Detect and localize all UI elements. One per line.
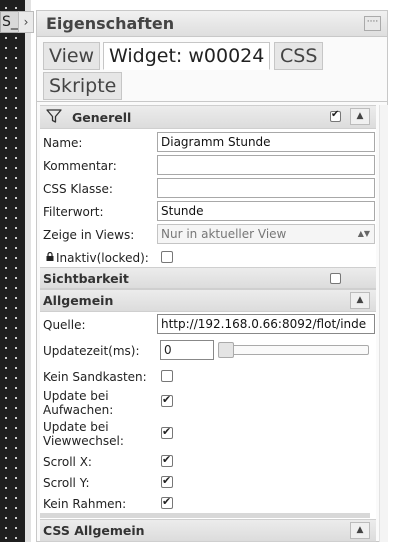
- updatezeit-slider[interactable]: [218, 342, 369, 358]
- app-root: S_ › Eigenschaften ···· View Widget: w00…: [0, 0, 394, 542]
- kein-rahmen-checkbox[interactable]: [161, 495, 173, 509]
- zeige-in-views-label: Zeige in Views:: [43, 228, 135, 242]
- lock-icon: [46, 252, 54, 261]
- collapse-allgemein-button[interactable]: ▲: [350, 292, 370, 309]
- tab-view[interactable]: View: [43, 42, 101, 70]
- tab-css[interactable]: CSS: [274, 42, 324, 70]
- panel-header: Eigenschaften ····: [37, 11, 387, 37]
- panel-menu-button[interactable]: ····: [364, 16, 381, 31]
- collapse-panel-button[interactable]: ›: [18, 11, 34, 33]
- kein-rahmen-label: Kein Rahmen:: [43, 497, 127, 511]
- css-klasse-input[interactable]: [157, 178, 375, 198]
- update-aufwachen-checkbox[interactable]: [161, 393, 173, 407]
- update-viewwechsel-label-2: Viewwechsel:: [43, 434, 124, 448]
- tab-skripte[interactable]: Skripte: [43, 72, 123, 100]
- group-label-css-allgemein: CSS Allgemein: [43, 523, 145, 538]
- group-generell[interactable]: Generell ▲: [40, 105, 376, 129]
- css-klasse-label: CSS Klasse:: [43, 182, 113, 196]
- slider-handle[interactable]: [218, 342, 234, 358]
- group-sichtbarkeit[interactable]: Sichtbarkeit: [40, 267, 376, 289]
- update-aufwachen-label-1: Update bei: [43, 389, 109, 403]
- panel-title: Eigenschaften: [46, 14, 175, 33]
- tab-divider: [37, 101, 387, 102]
- scroll-y-checkbox[interactable]: [161, 474, 173, 488]
- canvas-grid[interactable]: [0, 0, 25, 542]
- name-label: Name:: [43, 136, 83, 150]
- collapse-generell-button[interactable]: ▲: [350, 108, 370, 125]
- horizontal-scrollbar[interactable]: [40, 513, 370, 518]
- updatezeit-label: Updatezeit(ms):: [43, 344, 140, 358]
- inaktiv-label: Inaktiv(locked):: [56, 251, 149, 265]
- update-aufwachen-label-2: Aufwachen:: [43, 403, 114, 417]
- properties-content[interactable]: Generell ▲ Name: Diagramm Stunde Komment…: [40, 105, 376, 542]
- updatezeit-input[interactable]: 0: [160, 340, 214, 360]
- group-label-allgemein: Allgemein: [43, 293, 114, 308]
- name-input[interactable]: Diagramm Stunde: [157, 132, 375, 152]
- kein-sandkasten-checkbox[interactable]: [161, 370, 173, 382]
- collapse-css-allgemein-button[interactable]: ▲: [350, 522, 370, 539]
- vertical-scrollbar[interactable]: [379, 105, 388, 542]
- generell-checkbox[interactable]: [330, 109, 341, 122]
- kein-sandkasten-label: Kein Sandkasten:: [43, 370, 147, 384]
- group-allgemein[interactable]: Allgemein ▲: [40, 289, 376, 312]
- zeige-in-views-select[interactable]: Nur in aktueller View ▲▼: [157, 224, 375, 244]
- scroll-y-label: Scroll Y:: [43, 476, 90, 490]
- update-viewwechsel-checkbox[interactable]: [161, 425, 173, 439]
- group-label-generell: Generell: [72, 110, 132, 125]
- update-viewwechsel-label-1: Update bei: [43, 420, 109, 434]
- group-label-sichtbarkeit: Sichtbarkeit: [43, 271, 129, 286]
- splitter[interactable]: [25, 0, 31, 542]
- filterwort-input[interactable]: Stunde: [157, 201, 375, 221]
- filter-icon: [46, 109, 62, 123]
- quelle-input[interactable]: http://192.168.0.66:8092/flot/inde: [157, 314, 375, 334]
- filterwort-label: Filterwort:: [43, 205, 104, 219]
- scroll-x-label: Scroll X:: [43, 455, 92, 469]
- scroll-x-checkbox[interactable]: [161, 453, 173, 467]
- zeige-in-views-value: Nur in aktueller View: [161, 227, 287, 241]
- tab-bar: View Widget: w00024 CSS Skripte: [37, 37, 387, 103]
- select-arrows-icon: ▲▼: [357, 229, 370, 238]
- sichtbarkeit-checkbox[interactable]: [330, 273, 341, 284]
- quelle-label: Quelle:: [43, 318, 86, 332]
- group-css-allgemein[interactable]: CSS Allgemein ▲: [40, 519, 376, 542]
- kommentar-label: Kommentar:: [43, 159, 117, 173]
- inaktiv-checkbox[interactable]: [161, 251, 173, 263]
- tab-widget[interactable]: Widget: w00024: [103, 42, 271, 70]
- kommentar-input[interactable]: [157, 155, 375, 175]
